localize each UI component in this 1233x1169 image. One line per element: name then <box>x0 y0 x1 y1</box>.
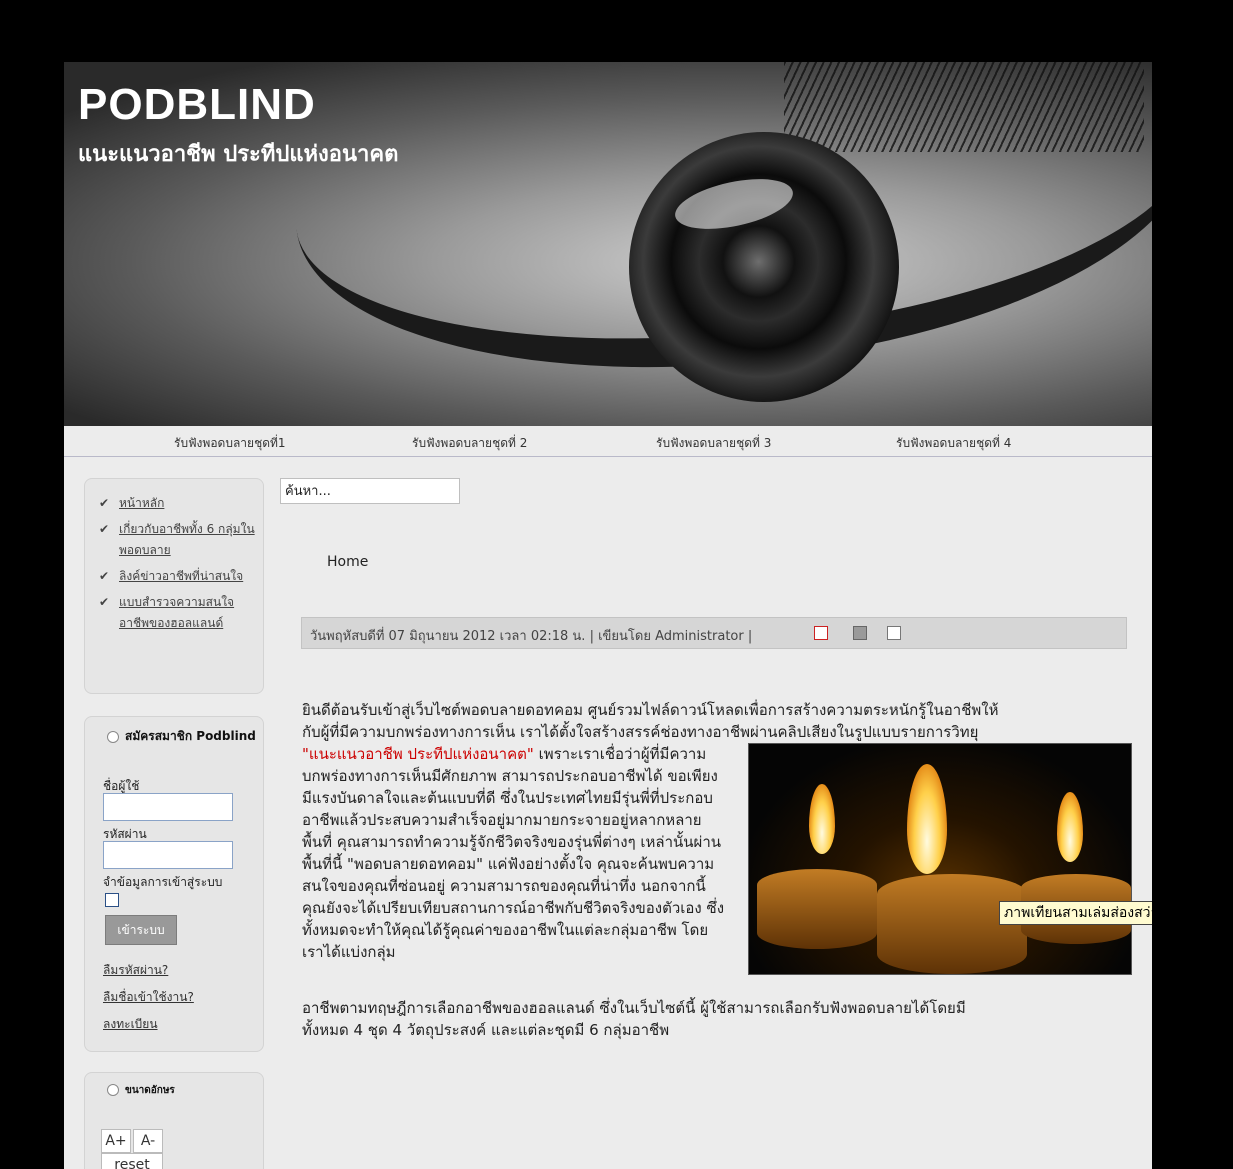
checkmark-icon: ✔ <box>99 522 110 536</box>
header-banner: PODBLIND แนะแนวอาชีพ ประทีปแห่งอนาคต <box>64 62 1152 426</box>
menu-link-careers[interactable]: เกี่ยวกับอาชีพทั้ง 6 กลุ่มในพอดบลาย <box>119 522 255 557</box>
flame-shape <box>907 764 947 874</box>
forgot-password-link[interactable]: ลืมรหัสผ่าน? <box>103 961 168 980</box>
nav-podblind-set-4[interactable]: รับฟังพอดบลายชุดที่ 4 <box>896 434 1011 453</box>
site-title[interactable]: PODBLIND <box>78 80 316 130</box>
circle-icon <box>107 730 119 743</box>
article-wrapped-text: "แนะแนวอาชีพ ประทีปแห่งอนาคต" เพราะเราเช… <box>302 743 726 963</box>
checkmark-icon: ✔ <box>99 569 110 583</box>
font-size-title: ขนาดอักษร <box>107 1083 175 1098</box>
menu-item-survey: ✔ แบบสำรวจความสนใจอาชีพของฮอลแลนด์ <box>99 592 263 634</box>
candles-photo <box>748 743 1132 975</box>
article-line-2: กับผู้ที่มีความบกพร่องทางการเห็น เราได้ต… <box>302 723 979 741</box>
article-quote: "แนะแนวอาชีพ ประทีปแห่งอนาคต" <box>302 745 534 763</box>
font-reset-button[interactable]: reset <box>101 1153 163 1169</box>
login-box: สมัครสมาชิก Podblind ชื่อผู้ใช้ รหัสผ่าน… <box>84 716 264 1052</box>
nav-podblind-set-3[interactable]: รับฟังพอดบลายชุดที่ 3 <box>656 434 771 453</box>
menu-item-news: ✔ ลิงค์ข่าวอาชีพที่น่าสนใจ <box>99 566 263 587</box>
image-caption: ภาพเทียนสามเล่มส่องสว่าง <box>999 901 1152 925</box>
nav-podblind-set-2[interactable]: รับฟังพอดบลายชุดที่ 2 <box>412 434 527 453</box>
flame-shape <box>1057 792 1083 862</box>
flame-shape <box>809 784 835 854</box>
print-icon[interactable] <box>853 626 867 640</box>
site-tagline: แนะแนวอาชีพ ประทีปแห่งอนาคต <box>78 142 399 167</box>
font-size-box: ขนาดอักษร A+ A- reset <box>84 1072 264 1169</box>
article-line-after-1: อาชีพตามทฤษฎีการเลือกอาชีพของฮอลแลนด์ ซึ… <box>302 999 966 1017</box>
top-nav: รับฟังพอดบลายชุดที่1 รับฟังพอดบลายชุดที่… <box>64 426 1152 457</box>
article-meta: วันพฤหัสบดีที่ 07 มิถุนายน 2012 เวลา 02:… <box>310 629 753 644</box>
candle-shape <box>757 869 877 949</box>
remember-label: จำข้อมูลการเข้าสู่ระบบ <box>103 875 223 889</box>
password-input[interactable] <box>103 841 233 869</box>
article-meta-bar: วันพฤหัสบดีที่ 07 มิถุนายน 2012 เวลา 02:… <box>301 617 1127 649</box>
font-increase-button[interactable]: A+ <box>101 1129 131 1153</box>
article-wrapped: เพราะเราเชื่อว่าผู้ที่มีความบกพร่องทางกา… <box>302 745 725 961</box>
circle-icon <box>107 1084 119 1096</box>
email-icon[interactable] <box>887 626 901 640</box>
font-decrease-button[interactable]: A- <box>133 1129 163 1153</box>
login-button[interactable]: เข้าระบบ <box>105 915 177 945</box>
nav-podblind-set-1[interactable]: รับฟังพอดบลายชุดที่1 <box>174 434 286 453</box>
eyelashes-shape <box>784 62 1144 152</box>
breadcrumb: Home <box>327 554 369 570</box>
checkmark-icon: ✔ <box>99 496 110 510</box>
register-link[interactable]: ลงทะเบียน <box>103 1015 158 1034</box>
pdf-icon[interactable] <box>814 626 828 640</box>
main-menu-box: ✔ หน้าหลัก ✔ เกี่ยวกับอาชีพทั้ง 6 กลุ่มในพ… <box>84 478 264 694</box>
menu-link-survey[interactable]: แบบสำรวจความสนใจอาชีพของฮอลแลนด์ <box>119 595 234 630</box>
menu-link-home[interactable]: หน้าหลัก <box>119 496 164 510</box>
page: PODBLIND แนะแนวอาชีพ ประทีปแห่งอนาคต รับ… <box>64 62 1152 1169</box>
menu-link-news[interactable]: ลิงค์ข่าวอาชีพที่น่าสนใจ <box>119 569 243 583</box>
eye-iris-image <box>629 132 899 402</box>
checkmark-icon: ✔ <box>99 595 110 609</box>
forgot-username-link[interactable]: ลืมชื่อเข้าใช้งาน? <box>103 988 194 1007</box>
menu-item-home: ✔ หน้าหลัก <box>99 493 263 514</box>
menu-item-careers: ✔ เกี่ยวกับอาชีพทั้ง 6 กลุ่มในพอดบลาย <box>99 519 263 561</box>
article-line-1: ยินดีต้อนรับเข้าสู่เว็บไซต์พอดบลายดอทคอม… <box>302 701 999 719</box>
username-input[interactable] <box>103 793 233 821</box>
search-input[interactable]: ค้นหา... <box>280 478 460 504</box>
article-line-after-2: ทั้งหมด 4 ชุด 4 วัตถุประสงค์ และแต่ละชุด… <box>302 1021 670 1039</box>
remember-checkbox[interactable] <box>105 893 119 907</box>
login-title: สมัครสมาชิก Podblind <box>107 727 256 746</box>
